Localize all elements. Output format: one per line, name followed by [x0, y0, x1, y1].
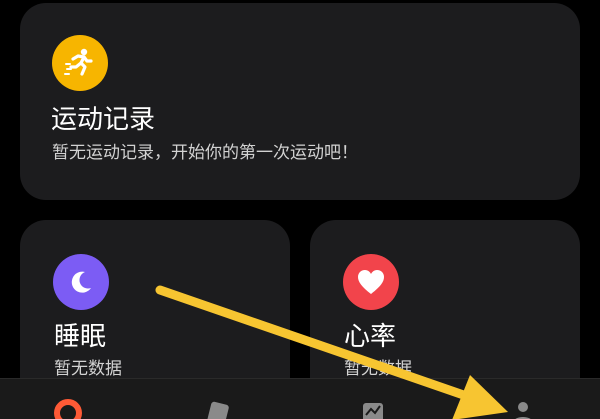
moon-icon: [71, 271, 91, 293]
sleep-card-title: 睡眠: [54, 322, 107, 352]
heart-card-title: 心率: [344, 322, 397, 352]
bottom-tab-bar: [0, 378, 600, 419]
tab-rings[interactable]: [50, 397, 86, 419]
chart-icon: [363, 403, 383, 419]
heart-card-subtitle: 暂无数据: [344, 359, 412, 379]
device-icon: [207, 401, 229, 419]
exercise-card-subtitle: 暂无运动记录，开始你的第一次运动吧！: [52, 143, 358, 163]
ring-icon: [54, 399, 82, 419]
exercise-card-title: 运动记录: [51, 105, 156, 135]
profile-icon: [515, 402, 531, 419]
app-screen: 运动记录 暂无运动记录，开始你的第一次运动吧！ 睡眠 暂无数据 心率 暂无数据: [0, 0, 600, 419]
sleep-card-subtitle: 暂无数据: [54, 359, 122, 379]
exercise-record-card[interactable]: 运动记录 暂无运动记录，开始你的第一次运动吧！: [20, 3, 580, 200]
sleep-icon-badge: [53, 254, 109, 310]
exercise-icon-badge: [52, 35, 108, 91]
running-icon: [64, 48, 93, 76]
heart-icon: [358, 270, 384, 294]
tab-stats[interactable]: [355, 397, 391, 419]
heart-icon-badge: [343, 254, 399, 310]
tab-device[interactable]: [200, 397, 236, 419]
tab-profile[interactable]: [505, 397, 541, 419]
